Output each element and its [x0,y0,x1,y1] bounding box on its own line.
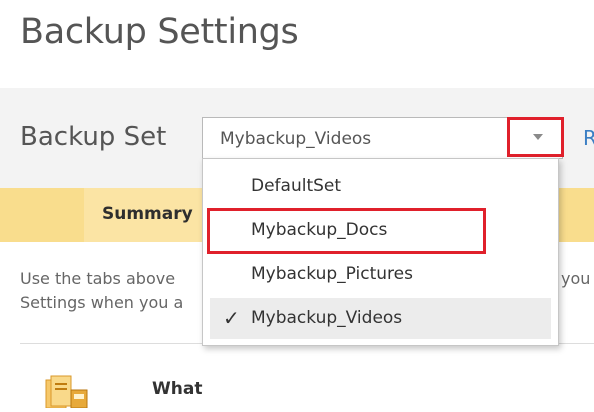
menu-item-mybackup-videos[interactable]: ✓ Mybackup_Videos [210,298,551,339]
what-label: What [152,379,203,399]
tab-summary-label: Summary [102,204,193,224]
intro-line-1-end: you [561,269,591,288]
intro-line-1-start: Use the tabs above [20,269,176,288]
backup-set-selected-value: Mybackup_Videos [220,129,372,149]
menu-item-defaultset[interactable]: DefaultSet [210,166,551,207]
backup-files-icon [44,374,90,412]
highlight-box-mybackup-docs [207,208,486,254]
menu-item-label: DefaultSet [251,176,342,196]
dropdown-arrow-button[interactable] [507,117,564,157]
menu-item-label: Mybackup_Videos [251,308,403,328]
side-link[interactable]: R [583,126,594,150]
page-title: Backup Settings [20,12,299,52]
menu-item-mybackup-pictures[interactable]: Mybackup_Pictures [210,254,551,295]
menu-item-label: Mybackup_Pictures [251,264,413,284]
chevron-down-icon [533,134,543,140]
backup-set-label: Backup Set [20,122,167,152]
intro-line-2-start: Settings when you a [20,293,184,312]
checkmark-icon: ✓ [223,306,240,330]
